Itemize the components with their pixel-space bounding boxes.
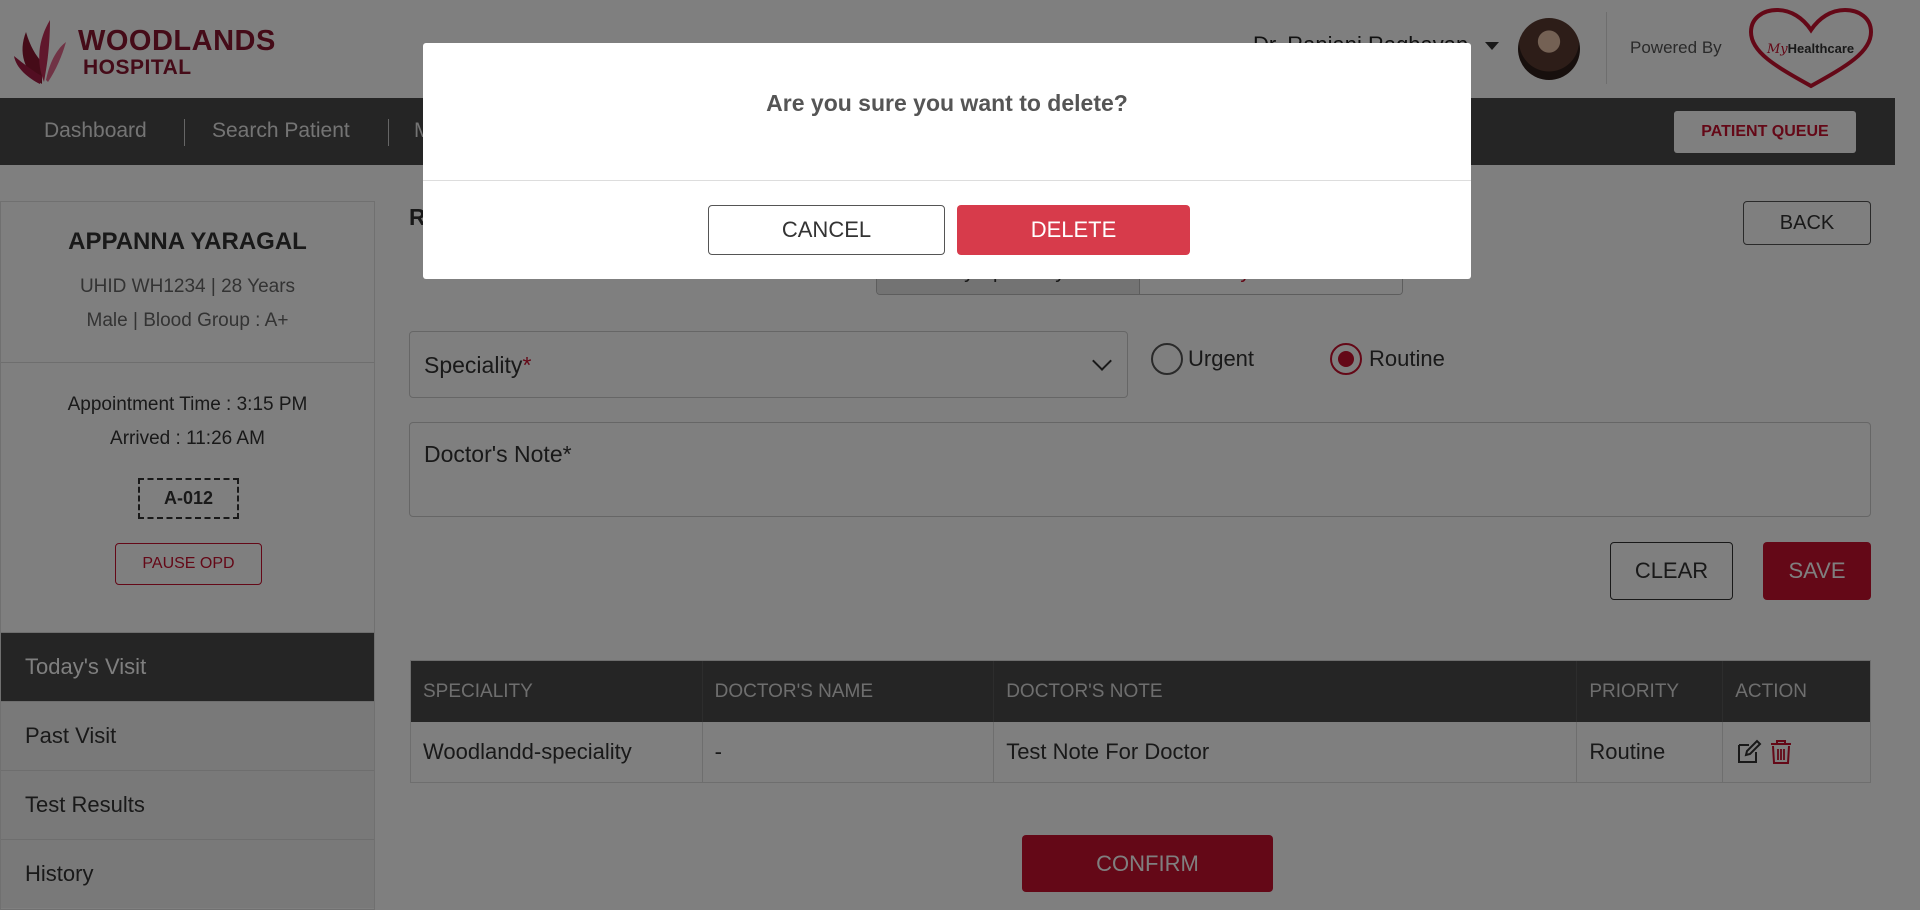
delete-confirm-dialog: Are you sure you want to delete? CANCEL … [423, 43, 1471, 279]
delete-button[interactable]: DELETE [957, 205, 1190, 255]
cancel-button[interactable]: CANCEL [708, 205, 945, 255]
dialog-question: Are you sure you want to delete? [766, 90, 1128, 116]
dialog-divider [423, 180, 1471, 181]
